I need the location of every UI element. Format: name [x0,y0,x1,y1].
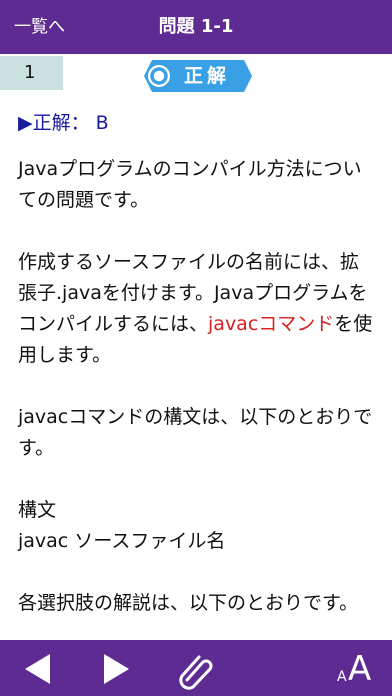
paperclip-icon[interactable] [177,650,215,690]
correct-answer-line: ▶正解： B [18,112,109,134]
bottom-toolbar: A A [0,640,392,696]
syntax-example: javac ソースファイル名 [18,530,226,552]
font-size-large-glyph: A [348,649,372,689]
highlight-term: javacコマンド [208,313,335,335]
explanation-body: Javaプログラムのコンパイル方法についての問題です。 作成するソースファイルの… [18,154,378,619]
question-number: 1 [0,56,63,90]
top-bar: 一覧へ 問題 1-1 [0,0,392,54]
choices-intro: 各選択肢の解説は、以下のとおりです。 [18,592,359,614]
triangle-left-icon[interactable] [22,652,52,686]
explanation-paragraph: 作成するソースファイルの名前には、拡張子.javaを付けます。Javaプログラム… [18,247,378,371]
explanation-intro: Javaプログラムのコンパイル方法についての問題です。 [18,158,362,211]
correct-badge-label: 正解 [184,65,231,87]
font-size-small-glyph: A [337,669,347,685]
syntax-intro: javacコマンドの構文は、以下のとおりです。 [18,406,373,459]
correct-badge: 正解 [140,60,252,92]
triangle-right-icon[interactable] [102,652,132,686]
page-title: 問題 1-1 [158,16,234,37]
font-size-icon[interactable]: A A [334,648,378,690]
syntax-heading: 構文 [18,499,57,521]
